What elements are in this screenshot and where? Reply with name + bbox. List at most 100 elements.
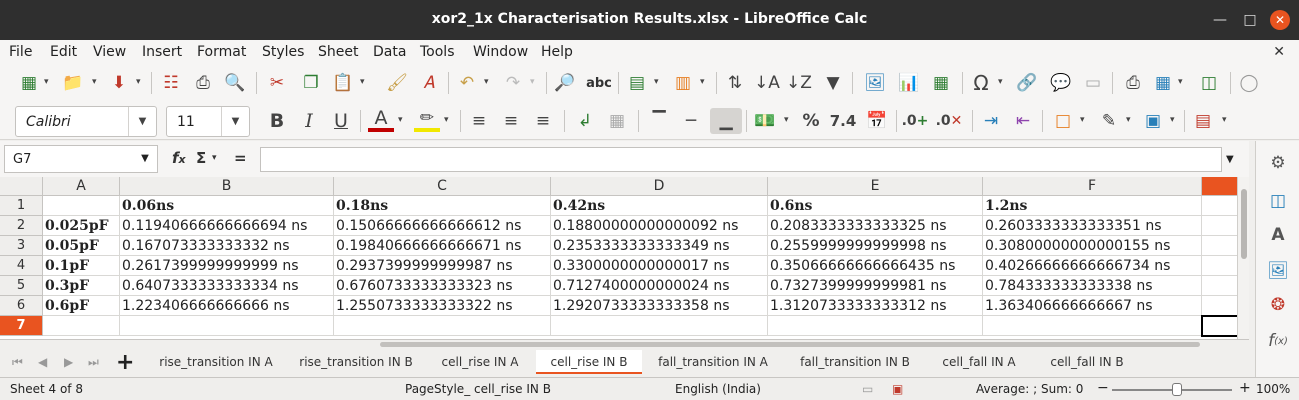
name-box[interactable]: G7 ▼ — [4, 145, 158, 173]
previous-sheet-icon[interactable]: ◀ — [38, 355, 47, 369]
cell-f5[interactable]: 0.784333333333338 ns — [983, 276, 1202, 296]
maximize-icon[interactable]: □ — [1240, 10, 1260, 30]
sidebar-functions-icon[interactable]: f (x) — [1264, 327, 1292, 355]
header-footer-icon[interactable]: ▭ — [1080, 70, 1106, 96]
menu-edit[interactable]: Edit — [50, 44, 77, 60]
cell-a6[interactable]: 0.6pF — [43, 296, 120, 316]
minimize-icon[interactable]: — — [1210, 10, 1230, 30]
clear-formatting-icon[interactable]: 𝐴 — [416, 70, 442, 96]
column-icon[interactable]: ▥ — [670, 70, 696, 96]
row-header-3[interactable]: 3 — [0, 236, 43, 256]
row-dropdown-icon[interactable]: ▾ — [654, 77, 662, 87]
borders-dropdown-icon[interactable]: ▾ — [1080, 115, 1088, 125]
clone-formatting-icon[interactable]: 🖌 — [384, 70, 410, 96]
cell-f7[interactable] — [983, 316, 1202, 336]
cell-c5[interactable]: 0.6760733333333323 ns — [334, 276, 551, 296]
cut-icon[interactable]: ✂ — [264, 70, 290, 96]
sheet-tab-cell-fall-b[interactable]: cell_fall IN B — [1038, 350, 1136, 374]
center-vertically-icon[interactable]: ─ — [678, 108, 704, 134]
comment-icon[interactable]: 💬 — [1048, 70, 1074, 96]
column-header-d[interactable]: D — [551, 177, 768, 196]
cell-g3[interactable] — [1202, 236, 1242, 256]
sidebar-styles-icon[interactable]: A — [1264, 221, 1292, 249]
cell-c1[interactable]: 0.18ns — [334, 196, 551, 216]
expand-formula-bar-icon[interactable]: ▼ — [1226, 154, 1234, 165]
cell-g1[interactable] — [1202, 196, 1242, 216]
border-style-dropdown-icon[interactable]: ▾ — [1126, 115, 1134, 125]
cell-a1[interactable] — [43, 196, 120, 216]
cell-a2[interactable]: 0.025pF — [43, 216, 120, 236]
spreadsheet-grid[interactable]: A B C D E F 1 2 3 4 5 6 7 0.06ns 0.18ns … — [0, 177, 1249, 339]
menu-window[interactable]: Window — [473, 44, 528, 60]
cell-d3[interactable]: 0.2353333333333349 ns — [551, 236, 768, 256]
column-header-e[interactable]: E — [768, 177, 983, 196]
split-window-icon[interactable]: ◫ — [1196, 70, 1222, 96]
menu-help[interactable]: Help — [541, 44, 573, 60]
hyperlink-icon[interactable]: 🔗 — [1014, 70, 1040, 96]
highlight-dropdown-icon[interactable]: ▾ — [444, 115, 452, 125]
cell-e2[interactable]: 0.2083333333333325 ns — [768, 216, 983, 236]
cell-c4[interactable]: 0.2937399999999987 ns — [334, 256, 551, 276]
menu-view[interactable]: View — [93, 44, 126, 60]
sum-icon[interactable]: Σ — [196, 149, 206, 167]
shapes-icon[interactable]: ◯ — [1236, 70, 1262, 96]
menu-tools[interactable]: Tools — [420, 44, 455, 60]
cell-b4[interactable]: 0.2617399999999999 ns — [120, 256, 334, 276]
sheet-tab-fall-transition-b[interactable]: fall_transition IN B — [790, 350, 920, 374]
undo-dropdown-icon[interactable]: ▾ — [484, 77, 492, 87]
cell-c3[interactable]: 0.19840666666666671 ns — [334, 236, 551, 256]
sheet-tab-rise-transition-a[interactable]: rise_transition IN A — [150, 350, 282, 374]
new-dropdown-icon[interactable]: ▾ — [44, 77, 52, 87]
open-dropdown-icon[interactable]: ▾ — [92, 77, 100, 87]
cell-b7[interactable] — [120, 316, 334, 336]
cell-f6[interactable]: 1.363406666666667 ns — [983, 296, 1202, 316]
zoom-in-icon[interactable]: + — [1239, 380, 1251, 396]
align-right-icon[interactable]: ≡ — [530, 108, 556, 134]
close-document-icon[interactable]: ✕ — [1273, 44, 1285, 60]
sum-dropdown-icon[interactable]: ▾ — [212, 153, 217, 163]
font-name-dropdown-icon[interactable]: ▼ — [128, 107, 156, 136]
insert-chart-icon[interactable]: 📊 — [896, 70, 922, 96]
document-modified-icon[interactable]: ▣ — [892, 382, 903, 396]
cell-g6[interactable] — [1202, 296, 1242, 316]
column-header-f[interactable]: F — [983, 177, 1202, 196]
cell-g4[interactable] — [1202, 256, 1242, 276]
freeze-rows-columns-icon[interactable]: ▦ — [1150, 70, 1176, 96]
number-format-icon[interactable]: 7.4 — [830, 108, 857, 134]
cell-d2[interactable]: 0.18800000000000092 ns — [551, 216, 768, 236]
add-sheet-icon[interactable]: + — [116, 350, 134, 375]
currency-dropdown-icon[interactable]: ▾ — [784, 115, 792, 125]
decrease-indent-icon[interactable]: ⇤ — [1010, 108, 1036, 134]
border-style-icon[interactable]: ✎ — [1096, 108, 1122, 134]
column-header-c[interactable]: C — [334, 177, 551, 196]
border-color-icon[interactable]: ▣ — [1140, 108, 1166, 134]
increase-indent-icon[interactable]: ⇥ — [978, 108, 1004, 134]
menu-format[interactable]: Format — [197, 44, 246, 60]
sheet-tab-fall-transition-a[interactable]: fall_transition IN A — [648, 350, 778, 374]
border-color-dropdown-icon[interactable]: ▾ — [1170, 115, 1178, 125]
undo-icon[interactable]: ↶ — [454, 70, 480, 96]
cell-c6[interactable]: 1.2550733333333322 ns — [334, 296, 551, 316]
font-size-combo[interactable]: 11 ▼ — [166, 106, 250, 137]
sort-ascending-icon[interactable]: ↓A — [754, 70, 780, 96]
cell-b1[interactable]: 0.06ns — [120, 196, 334, 216]
zoom-slider-knob[interactable] — [1172, 383, 1182, 396]
autofilter-icon[interactable]: ▼ — [820, 70, 846, 96]
sheet-tab-cell-fall-a[interactable]: cell_fall IN A — [930, 350, 1028, 374]
save-dropdown-icon[interactable]: ▾ — [136, 77, 144, 87]
language[interactable]: English (India) — [675, 382, 761, 396]
column-header-g[interactable] — [1202, 177, 1242, 196]
column-header-a[interactable]: A — [43, 177, 120, 196]
open-folder-icon[interactable]: 📁 — [60, 70, 86, 96]
vertical-scroll-thumb[interactable] — [1241, 189, 1247, 259]
date-format-icon[interactable]: 📅 — [864, 108, 890, 134]
sheet-tab-cell-rise-b[interactable]: cell_rise IN B — [536, 350, 642, 374]
cell-f4[interactable]: 0.40266666666666734 ns — [983, 256, 1202, 276]
align-bottom-icon[interactable]: ▁ — [710, 108, 742, 134]
cell-d4[interactable]: 0.3300000000000017 ns — [551, 256, 768, 276]
highlight-color-icon[interactable]: ✏ — [414, 108, 440, 132]
print-icon[interactable]: ⎙ — [190, 70, 216, 96]
find-replace-icon[interactable]: 🔎 — [552, 70, 578, 96]
cell-e6[interactable]: 1.3120733333333312 ns — [768, 296, 983, 316]
cell-e4[interactable]: 0.35066666666666435 ns — [768, 256, 983, 276]
